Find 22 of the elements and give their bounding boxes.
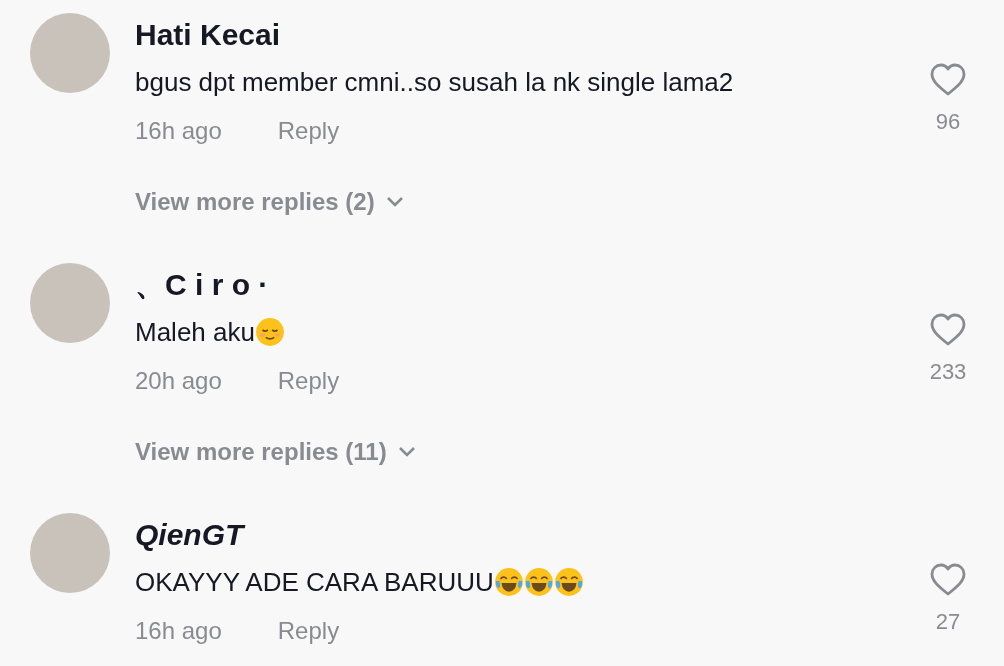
- timestamp: 16h ago: [135, 616, 222, 646]
- view-more-replies-link[interactable]: View more replies (11): [135, 437, 908, 467]
- comment-text: OKAYYY ADE CARA BARUUU: [135, 566, 494, 599]
- view-more-replies-link[interactable]: View more replies (2): [135, 187, 908, 217]
- like-count: 233: [929, 359, 967, 385]
- username[interactable]: 、C i r o ·: [135, 267, 269, 303]
- reply-link[interactable]: Reply: [277, 366, 340, 396]
- timestamp: 20h ago: [135, 366, 222, 396]
- heart-icon[interactable]: [930, 63, 966, 97]
- heart-icon[interactable]: [930, 313, 966, 347]
- like-count: 27: [935, 609, 961, 635]
- comment-text: Maleh aku: [135, 316, 255, 349]
- comment-text: bgus dpt member cmni..so susah la nk single lama2: [135, 66, 734, 99]
- reply-link[interactable]: Reply: [277, 116, 340, 146]
- username[interactable]: QienGT: [135, 517, 244, 553]
- username[interactable]: Hati Kecai: [135, 17, 281, 53]
- timestamp: 16h ago: [135, 116, 222, 146]
- chevron-down-icon: [396, 446, 417, 458]
- chevron-down-icon: [384, 196, 405, 208]
- like-count: 96: [935, 109, 961, 135]
- reply-link[interactable]: Reply: [277, 616, 340, 646]
- heart-icon[interactable]: [930, 563, 966, 597]
